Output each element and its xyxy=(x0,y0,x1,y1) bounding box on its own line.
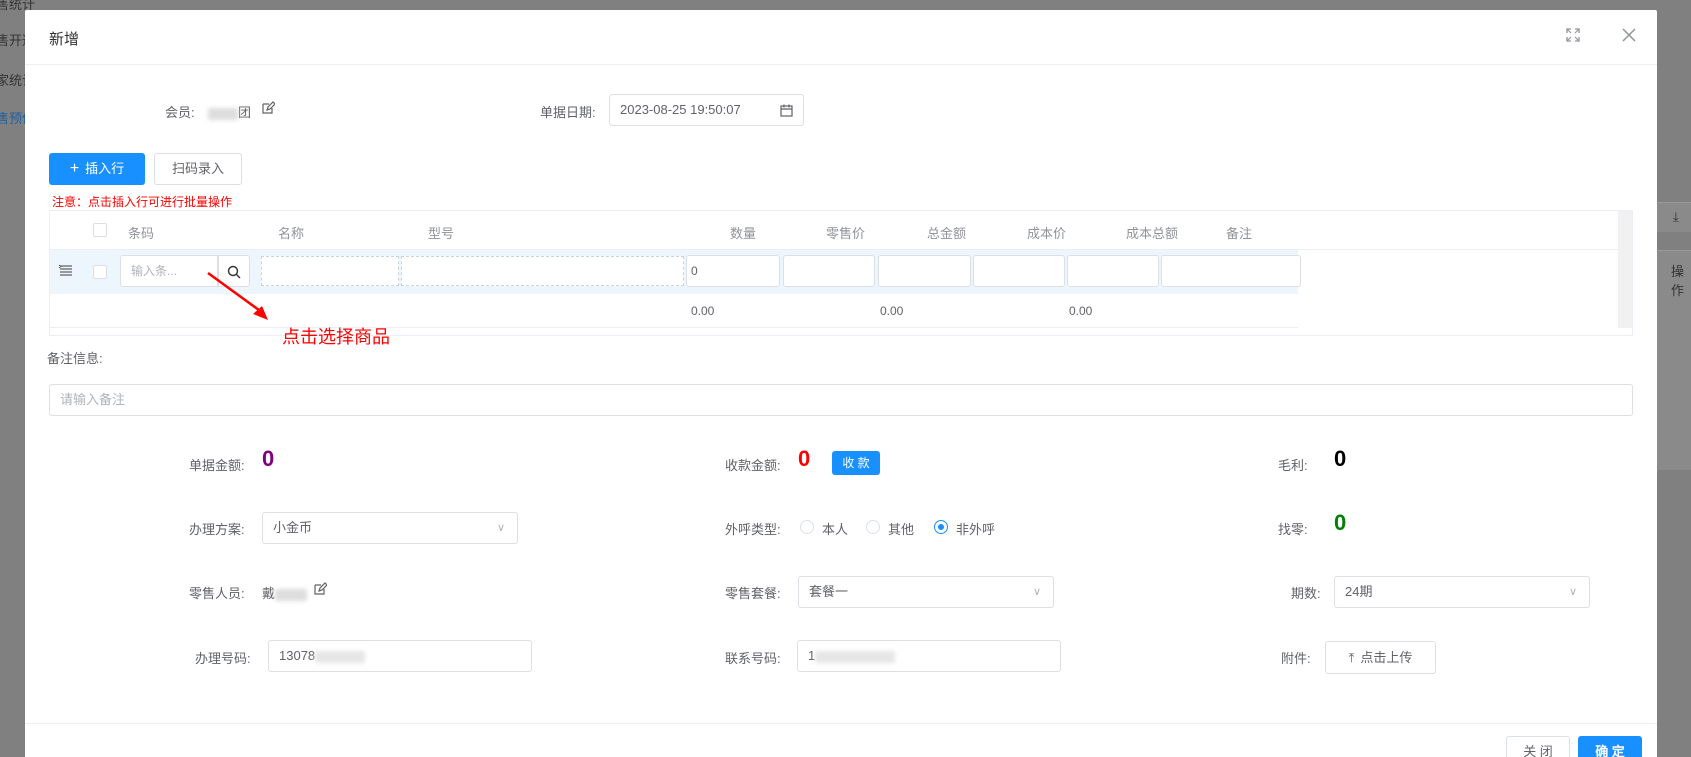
close-button[interactable]: 关 闭 xyxy=(1506,736,1570,757)
radio-other-label: 其他 xyxy=(888,522,915,537)
cost-price-input[interactable] xyxy=(973,255,1065,287)
batch-notice: 注意：点击插入行可进行批量操作 xyxy=(52,195,233,209)
doc-amount-label: 单据金额: xyxy=(189,458,245,473)
package-select[interactable]: 套餐一 ∨ xyxy=(798,576,1054,608)
change-value: 0 xyxy=(1334,510,1347,535)
insert-row-button[interactable]: + 插入行 xyxy=(49,153,145,185)
chevron-down-icon: ∨ xyxy=(1032,586,1041,598)
change-label: 找零: xyxy=(1278,522,1308,537)
radio-no-call-label: 非外呼 xyxy=(956,522,996,537)
bg-download-cell: ⤓ xyxy=(1651,202,1691,232)
col-cost-price: 成本价 xyxy=(1027,226,1067,241)
row-checkbox[interactable] xyxy=(93,265,107,279)
sales-person-value: 戴 xyxy=(262,583,308,602)
table-scrollbar[interactable] xyxy=(1618,211,1632,328)
annotation-arrow-icon xyxy=(207,271,268,320)
radio-no-call[interactable] xyxy=(934,520,948,534)
col-total-amount: 总金额 xyxy=(927,226,967,241)
chevron-down-icon: ∨ xyxy=(1568,586,1577,598)
table-header: 条码 名称 型号 数量 零售价 总金额 成本价 成本总额 备注 xyxy=(50,211,1620,250)
drag-handle-icon[interactable] xyxy=(58,264,74,281)
remark-input[interactable] xyxy=(1161,255,1301,287)
col-remark: 备注 xyxy=(1226,226,1253,241)
sum-quantity: 0.00 xyxy=(691,304,715,318)
col-quantity: 数量 xyxy=(730,226,757,241)
call-type-label: 外呼类型: xyxy=(725,522,781,537)
sales-person-label: 零售人员: xyxy=(189,586,245,601)
col-barcode: 条码 xyxy=(128,226,155,241)
total-amount-input[interactable] xyxy=(878,255,971,287)
upload-icon: ⤒ xyxy=(1348,650,1355,665)
gross-profit-value: 0 xyxy=(1334,446,1347,471)
retail-price-input[interactable] xyxy=(783,255,875,287)
plan-label: 办理方案: xyxy=(189,522,245,537)
remark-label: 备注信息: xyxy=(47,351,103,366)
barcode-input[interactable]: 输入条... xyxy=(120,255,218,287)
upload-button[interactable]: ⤒ 点击上传 xyxy=(1325,641,1436,674)
member-value: 团 xyxy=(208,102,251,121)
periods-select[interactable]: 24期 ∨ xyxy=(1334,576,1590,608)
gross-profit-label: 毛利: xyxy=(1278,458,1308,473)
package-label: 零售套餐: xyxy=(725,586,781,601)
periods-label: 期数: xyxy=(1291,586,1321,601)
handle-number-label: 办理号码: xyxy=(195,651,251,666)
doc-date-label: 单据日期: xyxy=(540,105,596,120)
remark-textarea[interactable]: 请输入备注 xyxy=(49,384,1633,416)
contact-number-label: 联系号码: xyxy=(725,651,781,666)
sum-cost-total: 0.00 xyxy=(1069,304,1093,318)
dialog-footer-divider xyxy=(25,723,1657,724)
chevron-down-icon: ∨ xyxy=(496,522,505,534)
radio-other[interactable] xyxy=(866,520,880,534)
handle-number-input[interactable]: 13078 xyxy=(268,640,532,672)
dialog-header: 新增 xyxy=(25,10,1657,65)
calendar-icon xyxy=(780,95,793,125)
confirm-button[interactable]: 确 定 xyxy=(1578,736,1642,757)
annotation-text: 点击选择商品 xyxy=(282,327,390,347)
radio-self-label: 本人 xyxy=(822,522,849,537)
col-name: 名称 xyxy=(278,226,305,241)
doc-amount-value: 0 xyxy=(262,446,275,471)
edit-member-icon[interactable] xyxy=(261,101,276,118)
plus-icon: + xyxy=(69,160,80,177)
collect-amount-label: 收款金额: xyxy=(725,458,781,473)
col-model: 型号 xyxy=(428,226,455,241)
goods-table: 条码 名称 型号 数量 零售价 总金额 成本价 成本总额 备注 输入条... 0 xyxy=(49,210,1633,336)
quantity-input[interactable]: 0 xyxy=(686,255,780,287)
plan-select[interactable]: 小金币 ∨ xyxy=(262,512,518,544)
close-icon[interactable] xyxy=(1621,28,1637,44)
collect-button[interactable]: 收 款 xyxy=(832,451,880,475)
attachment-label: 附件: xyxy=(1281,651,1311,666)
collect-amount-value: 0 xyxy=(798,446,811,471)
edit-sales-person-icon[interactable] xyxy=(313,582,328,599)
sum-total-amount: 0.00 xyxy=(880,304,904,318)
contact-number-input[interactable]: 1 xyxy=(797,640,1061,672)
radio-self[interactable] xyxy=(800,520,814,534)
doc-date-picker[interactable]: 2023-08-25 19:50:07 xyxy=(609,94,804,126)
bg-ops-column: 操作 xyxy=(1651,250,1691,470)
cost-total-input[interactable] xyxy=(1067,255,1159,287)
select-all-checkbox[interactable] xyxy=(93,223,107,237)
col-retail-price: 零售价 xyxy=(826,226,866,241)
member-label: 会员: xyxy=(165,105,195,120)
model-cell[interactable] xyxy=(401,256,684,286)
scan-entry-button[interactable]: 扫码录入 xyxy=(154,153,242,185)
fullscreen-icon[interactable] xyxy=(1565,28,1581,44)
col-cost-total: 成本总额 xyxy=(1126,226,1179,241)
dialog-title: 新增 xyxy=(49,31,80,48)
add-dialog: 新增 会员: 团 单据日期: 2023-08-25 19:50:07 + 插入行 … xyxy=(25,10,1657,757)
background-right-panel: ⤓ 操作 xyxy=(1651,0,1691,757)
